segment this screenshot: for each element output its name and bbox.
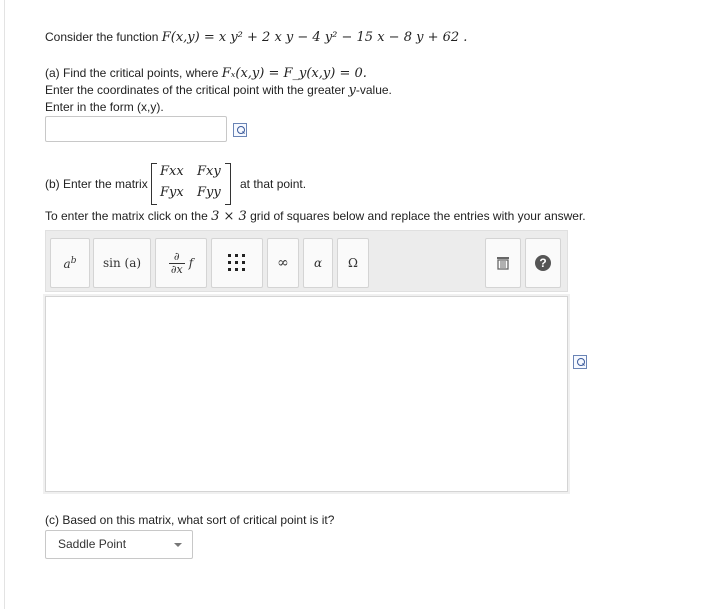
grid-size: 3 × 3 — [211, 209, 247, 224]
delete-button[interactable] — [485, 238, 521, 288]
hessian-matrix: Fxx Fxy Fyx Fyy — [151, 162, 231, 206]
part-a-prefix: (a) Find the critical points, where — [45, 66, 222, 80]
infinity-button[interactable]: ∞ — [267, 238, 299, 288]
superscript-button[interactable]: ab — [50, 238, 90, 288]
part-b-label-right: at that point. — [240, 177, 307, 191]
editor-preview-icon[interactable] — [573, 355, 587, 369]
partial-top: ∂ — [173, 249, 180, 263]
alpha-button[interactable]: α — [303, 238, 333, 288]
part-b-instruction-prefix: To enter the matrix click on the — [45, 209, 212, 223]
part-a-var: y — [348, 83, 356, 98]
matrix-cell-fyx: Fyx — [160, 185, 184, 200]
partial-derivative-button[interactable]: ∂ ∂x f — [155, 238, 207, 288]
math-toolbar: ab sin (a) ∂ ∂x f ∞ α Ω ? — [45, 230, 568, 292]
page-left-border — [4, 0, 5, 609]
partial-bottom: ∂x — [168, 262, 185, 276]
critical-point-input[interactable] — [45, 116, 227, 142]
help-button[interactable]: ? — [525, 238, 561, 288]
part-a-prompt: (a) Find the critical points, where Fₓ(x… — [45, 66, 367, 81]
preview-icon[interactable] — [233, 123, 247, 137]
part-c-question: (c) Based on this matrix, what sort of c… — [45, 513, 335, 527]
matrix-bracket-left — [151, 163, 157, 205]
part-a-condition: Fₓ(x,y) = F_y(x,y) = 0. — [221, 66, 367, 81]
part-a-line2-suffix: -value. — [355, 83, 392, 97]
problem-intro: Consider the function — [45, 30, 162, 44]
part-a-line2-prefix: Enter the coordinates of the critical po… — [45, 83, 349, 97]
partial-f: f — [188, 256, 194, 270]
critical-point-type-select[interactable]: Saddle Point — [45, 530, 193, 559]
matrix-bracket-right — [225, 163, 231, 205]
part-a-form-hint: Enter in the form (x,y). — [45, 100, 164, 114]
omega-button[interactable]: Ω — [337, 238, 369, 288]
matrix-grid-icon — [228, 254, 245, 271]
trash-icon — [497, 257, 509, 270]
part-b-instruction-suffix: grid of squares below and replace the en… — [246, 209, 586, 223]
matrix-cell-fxx: Fxx — [160, 164, 184, 179]
function-definition: F(x,y) = x y² + 2 x y − 4 y² − 15 x − 8 … — [161, 30, 468, 45]
chevron-down-icon — [174, 543, 182, 547]
sin-button[interactable]: sin (a) — [93, 238, 151, 288]
select-value: Saddle Point — [58, 537, 127, 551]
part-b-label-left: (b) Enter the matrix — [45, 177, 148, 191]
problem-statement: Consider the function F(x,y) = x y² + 2 … — [45, 30, 467, 45]
matrix-cell-fxy: Fxy — [197, 164, 221, 179]
matrix-editor-area[interactable] — [43, 294, 570, 494]
part-a-instruction: Enter the coordinates of the critical po… — [45, 83, 392, 98]
help-icon: ? — [535, 255, 551, 271]
matrix-grid-button[interactable] — [211, 238, 263, 288]
matrix-cell-fyy: Fyy — [197, 185, 221, 200]
part-b-instruction: To enter the matrix click on the 3 × 3 g… — [45, 209, 586, 224]
